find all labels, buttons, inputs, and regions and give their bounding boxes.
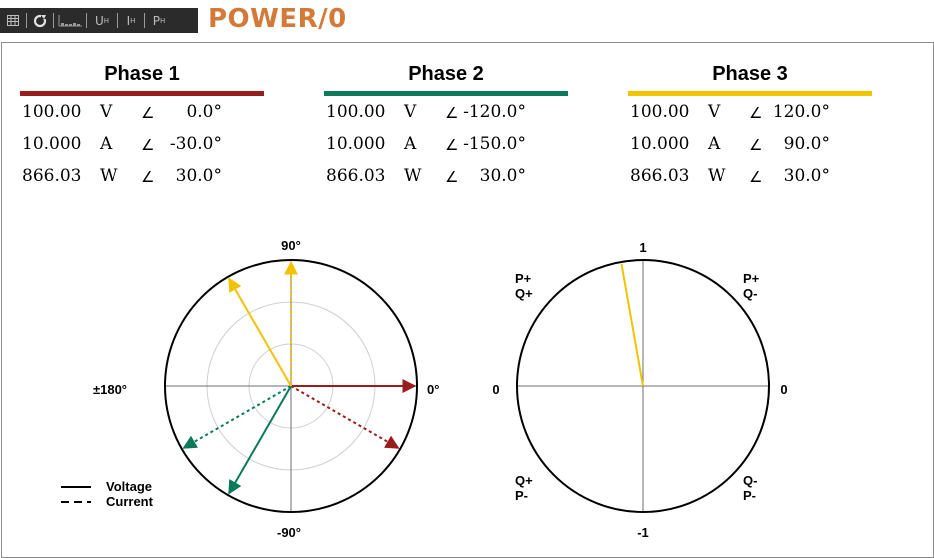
waveform-icon [58, 14, 82, 26]
pf-label-top: 1 [639, 240, 646, 255]
legend-current-label: Current [106, 494, 154, 509]
pf-quadrant-bottom-right-line1: Q- [743, 473, 757, 488]
refresh-button[interactable] [27, 8, 53, 33]
page-title: POWER/0 [208, 4, 347, 34]
current-harmonics-button[interactable]: IH [118, 8, 144, 33]
pf-quadrant-top-left-line1: P+ [515, 271, 532, 286]
pf-quadrant-top-left-line2: Q+ [515, 286, 533, 301]
refresh-icon [33, 13, 47, 27]
pf-quadrant-bottom-left-line2: P- [515, 488, 528, 503]
voltage-harmonics-button[interactable]: UH [87, 8, 117, 33]
phasor-label-top: 90° [281, 238, 301, 253]
power-harmonics-button[interactable]: PH [145, 8, 173, 33]
top-bar: UH IH PH POWER/0 [0, 0, 934, 42]
phasor-diagram: 90° -90° ±180° 0° Voltage Current [61, 238, 439, 540]
pf-pointer [620, 263, 644, 387]
phasor-label-left: ±180° [93, 382, 127, 397]
power-factor-diagram: 1 -1 0 0 P+ Q+ P+ Q- Q+ P- Q- P- [492, 240, 787, 540]
power-harmonics-label: P [152, 13, 160, 28]
table-icon [7, 15, 19, 26]
phase-1-current-vector [290, 385, 400, 449]
legend-voltage-label: Voltage [106, 479, 152, 494]
phase-3-voltage-vector [228, 277, 292, 387]
voltage-harmonics-label: U [94, 13, 104, 28]
pf-label-right: 0 [780, 382, 787, 397]
phase-2-current-vector [182, 385, 292, 449]
phasor-label-bottom: -90° [277, 525, 301, 540]
pf-quadrant-bottom-left-line1: Q+ [515, 473, 533, 488]
power-panel: Phase 1 100.00 V ∠ 0.0° 10.000 A ∠ -30.0… [1, 42, 934, 558]
waveform-button[interactable] [54, 8, 86, 33]
pf-quadrant-top-right-line1: P+ [743, 271, 760, 286]
phase-2-voltage-vector [228, 385, 292, 495]
phasor-label-right: 0° [427, 382, 439, 397]
diagrams: 90° -90° ±180° 0° Voltage Current 1 -1 0… [61, 238, 788, 540]
pf-quadrant-bottom-right-line2: P- [743, 488, 756, 503]
table-view-button[interactable] [0, 8, 26, 33]
pf-label-left: 0 [492, 382, 499, 397]
toolbar: UH IH PH [0, 8, 198, 33]
pf-quadrant-top-right-line2: Q- [743, 286, 757, 301]
pf-label-bottom: -1 [637, 525, 649, 540]
